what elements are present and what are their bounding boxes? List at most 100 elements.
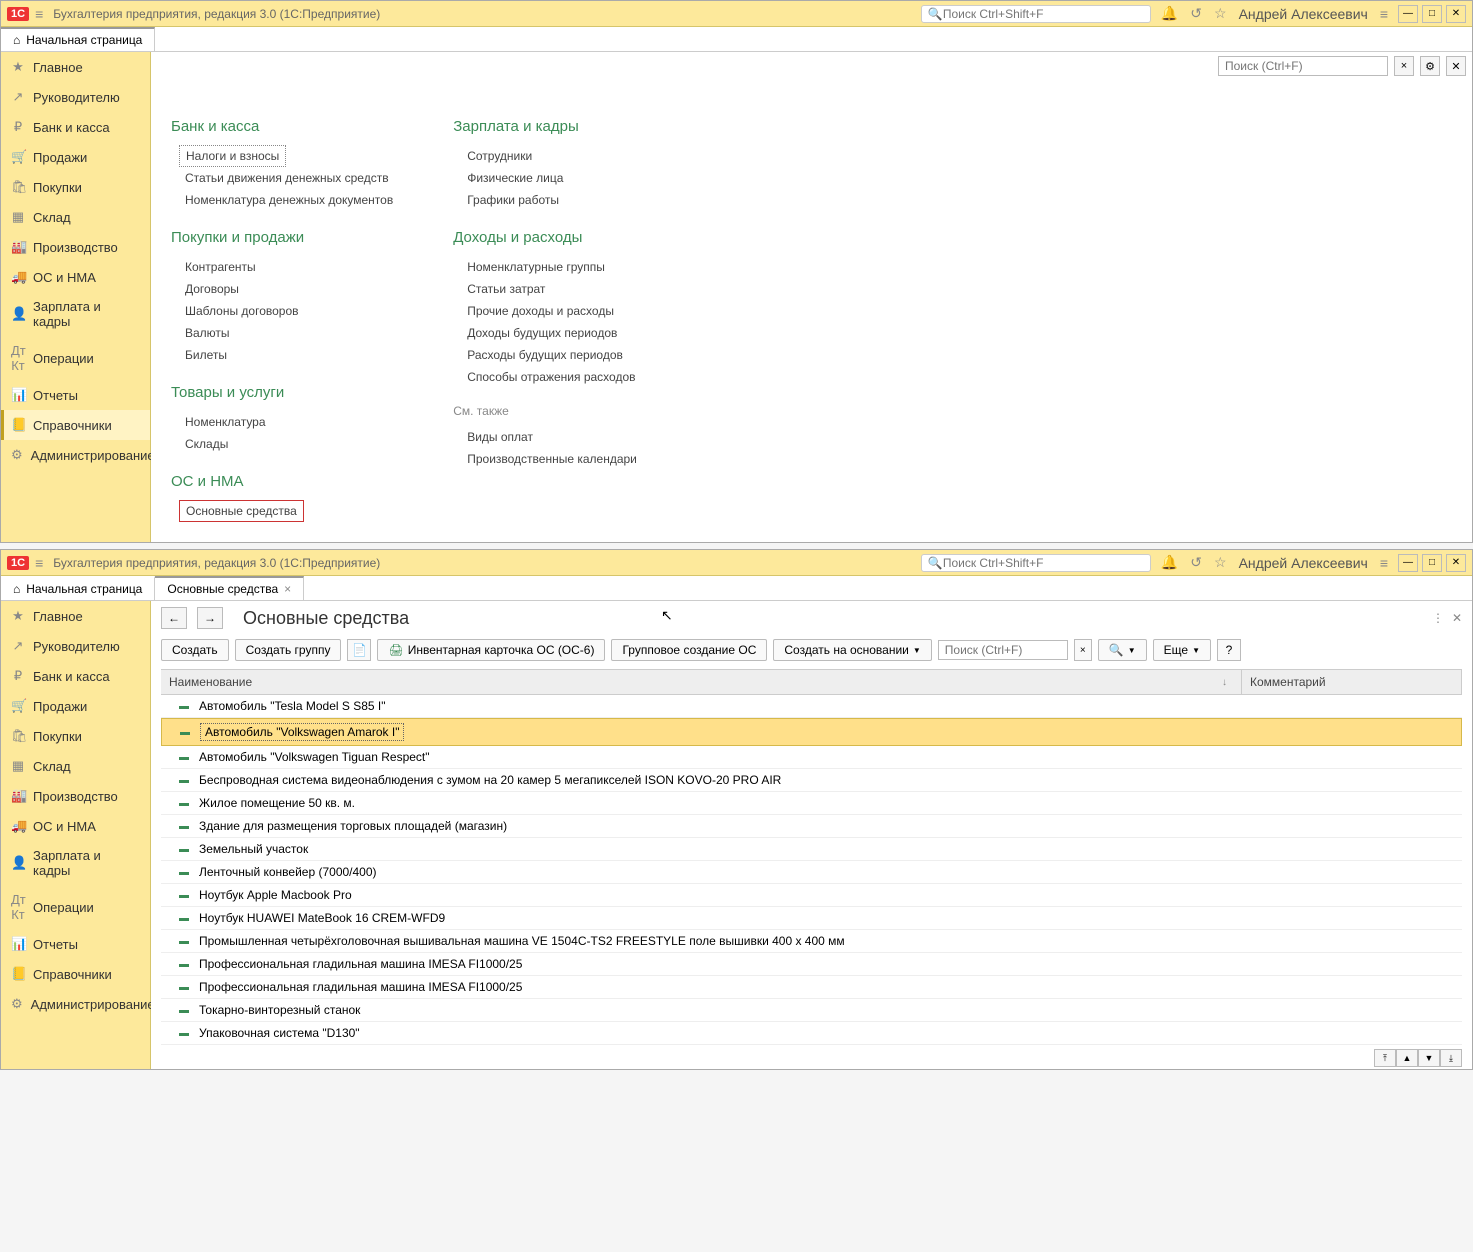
user-name[interactable]: Андрей Алексеевич <box>1239 555 1368 571</box>
more-button[interactable]: Еще ▼ <box>1153 639 1211 661</box>
sidebar-item-11[interactable]: 📒Справочники <box>1 959 150 989</box>
star-icon[interactable]: ☆ <box>1214 554 1227 571</box>
table-row[interactable]: ▬Ленточный конвейер (7000/400) <box>161 861 1462 884</box>
section-link[interactable]: Статьи движения денежных средств <box>171 167 393 189</box>
inventory-card-button[interactable]: 🖨 Инвентарная карточка ОС (ОС-6) <box>377 639 605 661</box>
close-tab-icon[interactable]: × <box>284 582 291 596</box>
sidebar-item-2[interactable]: ₽Банк и касса <box>1 112 150 142</box>
section-link[interactable]: Билеты <box>171 344 393 366</box>
sidebar-item-6[interactable]: 🏭Производство <box>1 232 150 262</box>
section-link[interactable]: Валюты <box>171 322 393 344</box>
sidebar-item-12[interactable]: ⚙Администрирование <box>1 989 150 1019</box>
column-name-header[interactable]: Наименование ↓ <box>161 670 1242 694</box>
settings-icon[interactable]: ≡ <box>1380 555 1388 571</box>
section-link[interactable]: Номенклатура денежных документов <box>171 189 393 211</box>
section-link[interactable]: Физические лица <box>453 167 637 189</box>
minimize-button[interactable]: — <box>1398 554 1418 572</box>
table-row[interactable]: ▬Ноутбук Apple Macbook Pro <box>161 884 1462 907</box>
sidebar-item-3[interactable]: 🛒Продажи <box>1 142 150 172</box>
section-link[interactable]: Номенклатурные группы <box>453 256 637 278</box>
tab-home-2[interactable]: ⌂ Начальная страница <box>1 576 155 600</box>
search-dropdown-button[interactable]: 🔍 ▼ <box>1098 639 1147 661</box>
menu-icon[interactable]: ≡ <box>35 6 43 22</box>
section-link[interactable]: Графики работы <box>453 189 637 211</box>
tab-fixed-assets[interactable]: Основные средства × <box>155 576 304 600</box>
bell-icon[interactable]: 🔔 <box>1161 5 1178 22</box>
user-name[interactable]: Андрей Алексеевич <box>1239 6 1368 22</box>
table-row[interactable]: ▬Автомобиль "Volkswagen Tiguan Respect" <box>161 746 1462 769</box>
section-link[interactable]: Склады <box>171 433 393 455</box>
table-row[interactable]: ▬Земельный участок <box>161 838 1462 861</box>
create-group-button[interactable]: Создать группу <box>235 639 342 661</box>
kebab-icon[interactable]: ⋮ <box>1432 611 1444 625</box>
sidebar-item-5[interactable]: ▦Склад <box>1 751 150 781</box>
close-button[interactable]: ✕ <box>1446 5 1466 23</box>
section-link[interactable]: Сотрудники <box>453 145 637 167</box>
tab-home[interactable]: ⌂ Начальная страница <box>1 27 155 51</box>
sidebar-item-10[interactable]: 📊Отчеты <box>1 929 150 959</box>
sidebar-item-2[interactable]: ₽Банк и касса <box>1 661 150 691</box>
global-search[interactable]: 🔍 <box>921 5 1151 23</box>
section-link[interactable]: Шаблоны договоров <box>171 300 393 322</box>
section-link[interactable]: Способы отражения расходов <box>453 366 637 388</box>
star-icon[interactable]: ☆ <box>1214 5 1227 22</box>
section-link[interactable]: Прочие доходы и расходы <box>453 300 637 322</box>
table-row[interactable]: ▬Ноутбук HUAWEI MateBook 16 CREM-WFD9 <box>161 907 1462 930</box>
table-row[interactable]: ▬Упаковочная система "D130" <box>161 1022 1462 1045</box>
pager-last-button[interactable]: ⤓ <box>1440 1049 1462 1067</box>
maximize-button[interactable]: □ <box>1422 5 1442 23</box>
sidebar-item-10[interactable]: 📊Отчеты <box>1 380 150 410</box>
history-icon[interactable]: ↺ <box>1190 554 1202 571</box>
help-button[interactable]: ? <box>1217 639 1241 661</box>
close-page-icon[interactable]: ✕ <box>1452 611 1462 625</box>
toolbar-search-input[interactable] <box>938 640 1068 660</box>
section-link[interactable]: Договоры <box>171 278 393 300</box>
sidebar-item-12[interactable]: ⚙Администрирование <box>1 440 150 470</box>
table-row[interactable]: ▬Автомобиль "Tesla Model S S85 I" <box>161 695 1462 718</box>
copy-button[interactable]: 📄 <box>347 639 371 661</box>
maximize-button[interactable]: □ <box>1422 554 1442 572</box>
table-row[interactable]: ▬Беспроводная система видеонаблюдения с … <box>161 769 1462 792</box>
table-row[interactable]: ▬Промышленная четырёхголовочная вышиваль… <box>161 930 1462 953</box>
sidebar-item-9[interactable]: Дт КтОперации <box>1 336 150 380</box>
section-link[interactable]: Виды оплат <box>453 426 637 448</box>
table-row[interactable]: ▬Жилое помещение 50 кв. м. <box>161 792 1462 815</box>
create-button[interactable]: Создать <box>161 639 229 661</box>
clear-toolbar-search-button[interactable]: × <box>1074 639 1092 661</box>
sidebar-item-1[interactable]: ↗Руководителю <box>1 631 150 661</box>
section-link[interactable]: Производственные календари <box>453 448 637 470</box>
minimize-button[interactable]: — <box>1398 5 1418 23</box>
section-link[interactable]: Контрагенты <box>171 256 393 278</box>
sidebar-item-3[interactable]: 🛒Продажи <box>1 691 150 721</box>
nav-back-button[interactable]: ← <box>161 607 187 629</box>
table-row[interactable]: ▬Токарно-винторезный станок <box>161 999 1462 1022</box>
table-row[interactable]: ▬Профессиональная гладильная машина IMES… <box>161 953 1462 976</box>
sidebar-item-5[interactable]: ▦Склад <box>1 202 150 232</box>
close-content-button[interactable]: ✕ <box>1446 56 1466 76</box>
global-search[interactable]: 🔍 <box>921 554 1151 572</box>
sidebar-item-4[interactable]: 🛍Покупки <box>1 721 150 751</box>
section-link[interactable]: Основные средства <box>179 500 304 522</box>
pager-first-button[interactable]: ⤒ <box>1374 1049 1396 1067</box>
sidebar-item-8[interactable]: 👤Зарплата и кадры <box>1 841 150 885</box>
column-comment-header[interactable]: Комментарий <box>1242 670 1462 694</box>
menu-icon[interactable]: ≡ <box>35 555 43 571</box>
sidebar-item-11[interactable]: 📒Справочники <box>1 410 150 440</box>
history-icon[interactable]: ↺ <box>1190 5 1202 22</box>
pager-up-button[interactable]: ▲ <box>1396 1049 1418 1067</box>
table-row[interactable]: ▬Профессиональная гладильная машина IMES… <box>161 976 1462 999</box>
create-based-on-button[interactable]: Создать на основании ▼ <box>773 639 931 661</box>
sidebar-item-0[interactable]: ★Главное <box>1 601 150 631</box>
sidebar-item-1[interactable]: ↗Руководителю <box>1 82 150 112</box>
section-link[interactable]: Налоги и взносы <box>179 145 286 167</box>
sidebar-item-7[interactable]: 🚚ОС и НМА <box>1 811 150 841</box>
table-row[interactable]: ▬Здание для размещения торговых площадей… <box>161 815 1462 838</box>
sidebar-item-0[interactable]: ★Главное <box>1 52 150 82</box>
table-row[interactable]: ▬Автомобиль "Volkswagen Amarok I" <box>161 718 1462 746</box>
settings-gear-button[interactable]: ⚙ <box>1420 56 1440 76</box>
nav-forward-button[interactable]: → <box>197 607 223 629</box>
sidebar-item-4[interactable]: 🛍Покупки <box>1 172 150 202</box>
pager-down-button[interactable]: ▼ <box>1418 1049 1440 1067</box>
close-button[interactable]: ✕ <box>1446 554 1466 572</box>
settings-icon[interactable]: ≡ <box>1380 6 1388 22</box>
